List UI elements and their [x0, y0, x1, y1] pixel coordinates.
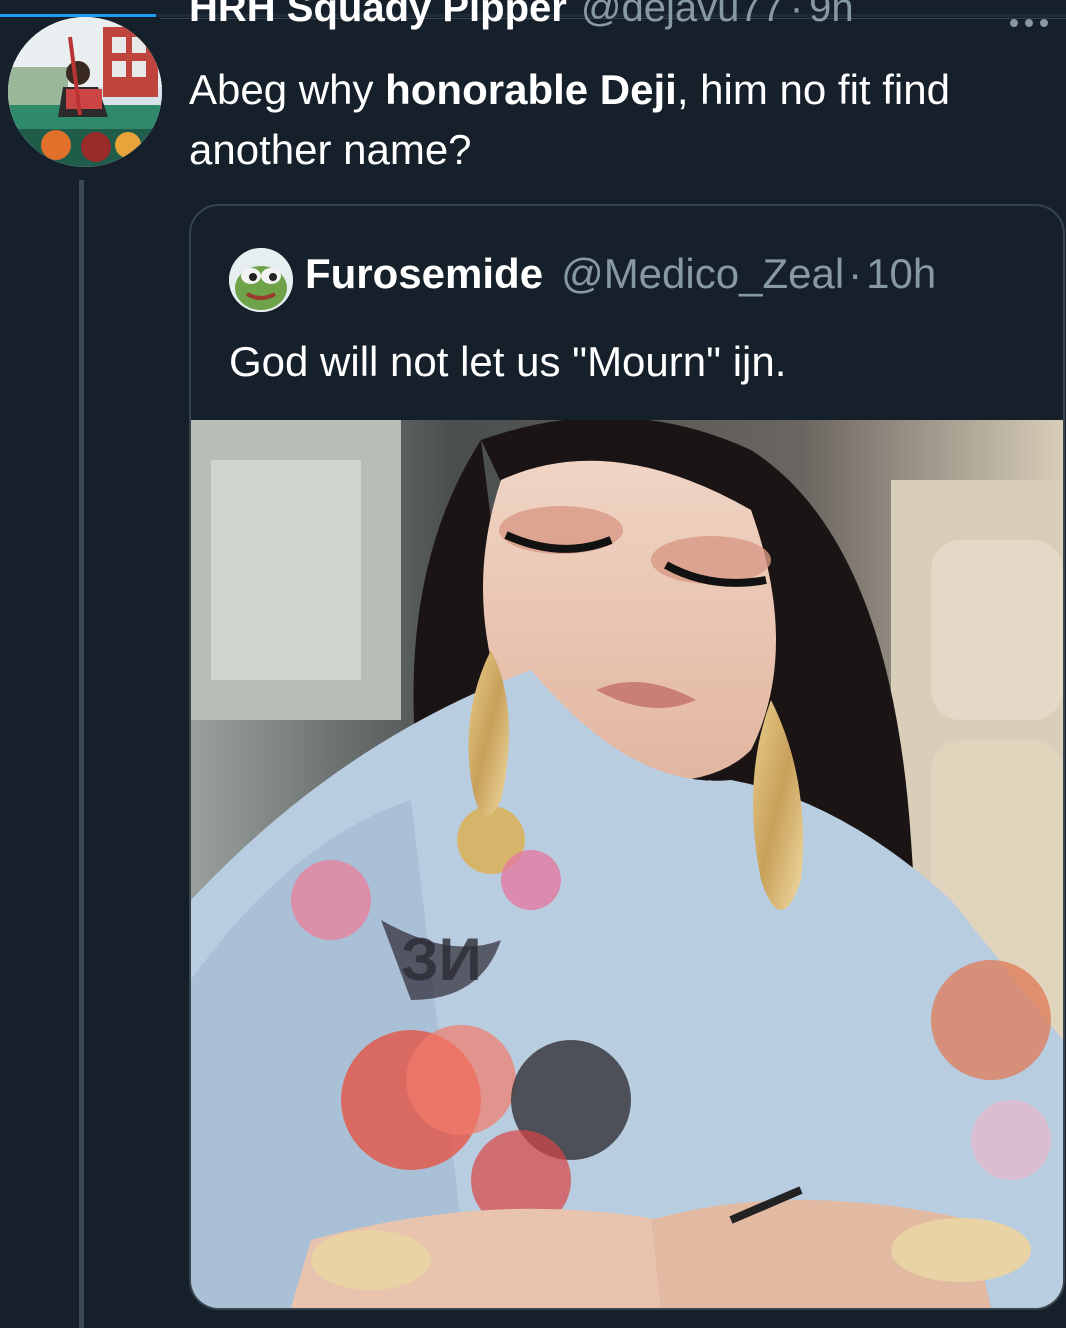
svg-text:ЗИ: ЗИ: [401, 926, 482, 993]
video-frame-image: ЗИ: [191, 420, 1063, 1308]
author-handle[interactable]: @dejavu77: [581, 0, 784, 31]
more-horizontal-icon[interactable]: [1010, 8, 1060, 38]
more-dot: [1010, 19, 1018, 27]
quoted-tweet-timestamp[interactable]: 10h: [866, 250, 936, 298]
tweet-screen: HRH Squady Pipper @dejavu77 · 9h Abeg wh…: [0, 0, 1066, 1328]
tweet-text: Abeg why honorable Deji, him no fit find…: [189, 60, 1059, 180]
quoted-tweet-video[interactable]: ЗИ: [191, 420, 1063, 1308]
quoted-author-handle[interactable]: @Medico_Zeal: [561, 250, 844, 298]
thread-line: [79, 180, 84, 1328]
more-dot: [1025, 19, 1033, 27]
frog-avatar-image: [229, 248, 293, 312]
tweet-text-part: Abeg why: [189, 66, 386, 113]
quoted-tweet-text: God will not let us "Mourn" ijn.: [229, 338, 787, 385]
tweet-timestamp[interactable]: 9h: [809, 0, 854, 31]
author-display-name[interactable]: HRH Squady Pipper: [189, 0, 567, 31]
tweet-header: HRH Squady Pipper @dejavu77 · 9h: [189, 0, 854, 46]
header-separator: ·: [789, 0, 804, 30]
quoted-tweet-header: Furosemide @Medico_Zeal · 10h: [305, 250, 936, 310]
quoted-author-avatar: [229, 248, 293, 312]
more-dot: [1040, 19, 1048, 27]
quoted-header-separator: ·: [848, 250, 863, 297]
author-avatar-image: [8, 17, 162, 167]
tweet-text-bold: honorable Deji: [385, 66, 677, 113]
quoted-author-display-name[interactable]: Furosemide: [305, 250, 543, 298]
author-avatar[interactable]: [8, 17, 162, 167]
quoted-tweet-card[interactable]: Furosemide @Medico_Zeal · 10h God will n…: [189, 204, 1065, 1310]
